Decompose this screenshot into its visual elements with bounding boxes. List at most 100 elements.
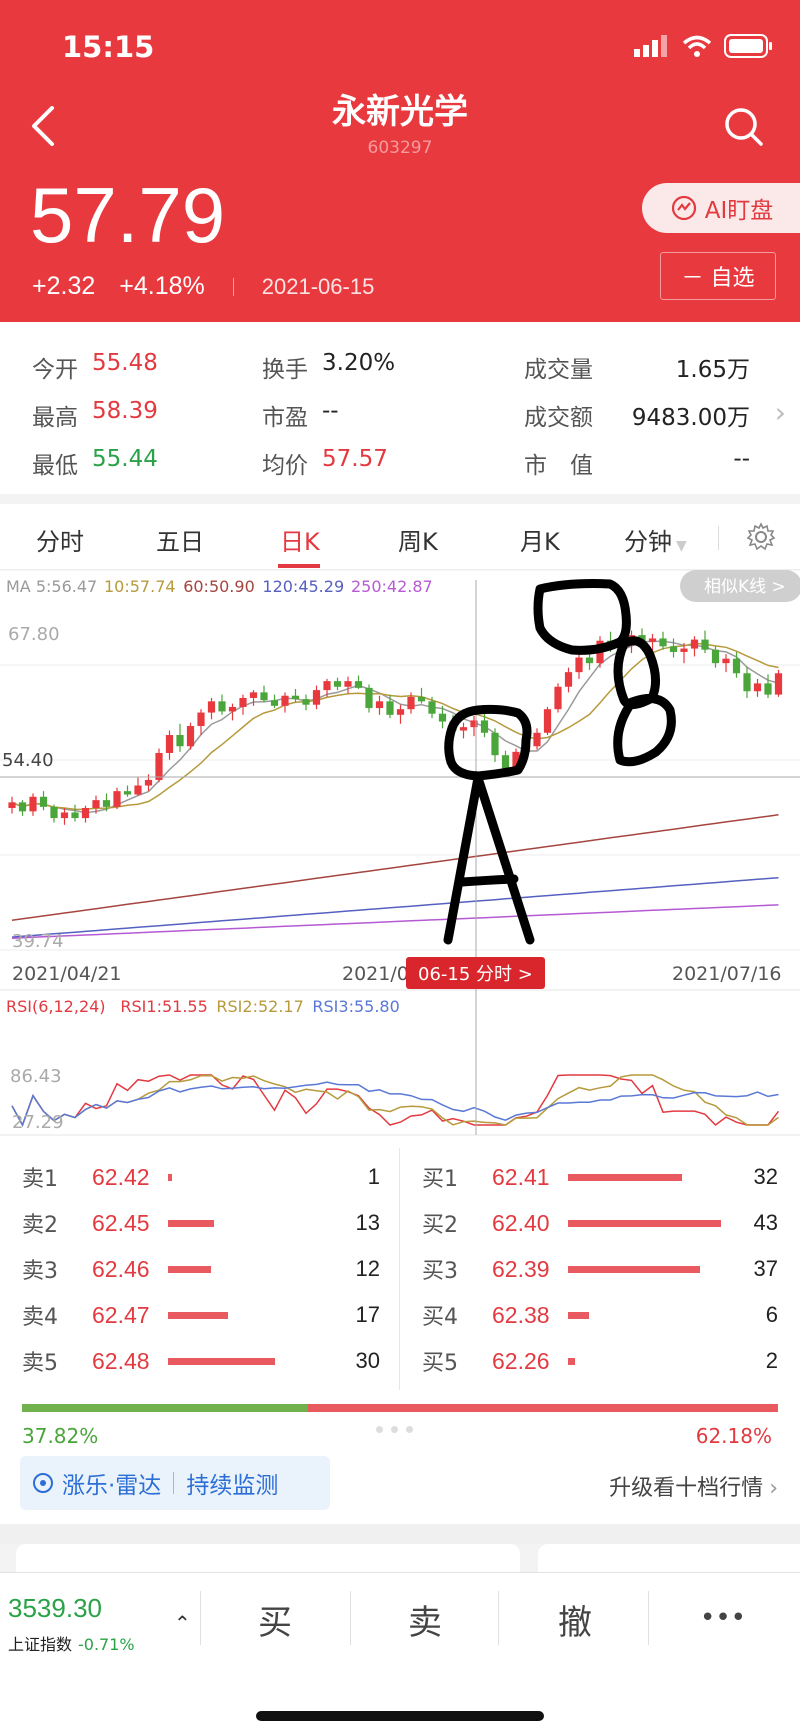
order-price: 62.40 <box>492 1209 550 1236</box>
status-time: 15:15 <box>62 30 155 64</box>
candle-body <box>459 727 468 731</box>
order-level-label: 卖4 <box>22 1305 58 1330</box>
ma120-line <box>11 876 779 938</box>
ask-row[interactable]: 卖5 62.48 30 <box>22 1346 380 1377</box>
candle-body <box>8 802 16 808</box>
buy-button[interactable]: 买 <box>258 1595 292 1644</box>
bid-row[interactable]: 买5 62.26 2 <box>422 1346 778 1377</box>
order-price: 62.26 <box>492 1347 550 1374</box>
stat-label: 市盈 <box>262 405 308 431</box>
candle-body <box>554 686 562 710</box>
order-volume-bar <box>568 1311 590 1319</box>
crosshair-date-label[interactable]: 06-15 分时 > <box>418 964 533 985</box>
page-dot <box>391 1426 398 1433</box>
order-level-label: 卖1 <box>22 1167 58 1192</box>
stat-label: 最高 <box>32 405 78 431</box>
rsi3-line <box>11 1081 779 1127</box>
upgrade-level10-link[interactable]: 升级看十档行情 › <box>609 1470 778 1502</box>
period-tabs: 分时 五日 日K 周K 月K 分钟 ▼ <box>0 504 800 570</box>
divider <box>232 277 234 296</box>
ma-legend-item: 250:42.87 <box>351 577 433 596</box>
tab-intraday[interactable]: 分时 <box>36 522 84 557</box>
bid-row[interactable]: 买2 62.40 43 <box>422 1208 778 1239</box>
home-indicator[interactable] <box>256 1711 544 1721</box>
stat-label: 今开 <box>32 357 78 383</box>
divider <box>200 1591 201 1645</box>
page-dot <box>376 1426 383 1433</box>
more-button[interactable]: ••• <box>700 1603 746 1633</box>
order-volume: 43 <box>753 1210 778 1235</box>
ask-row[interactable]: 卖4 62.47 17 <box>22 1300 380 1331</box>
order-price: 62.47 <box>92 1301 150 1328</box>
bid-row[interactable]: 买1 62.41 32 <box>422 1162 778 1193</box>
bid-row[interactable]: 买3 62.39 37 <box>422 1254 778 1285</box>
stat-open: 今开 55.48 <box>32 350 158 384</box>
ask-row[interactable]: 卖3 62.46 12 <box>22 1254 380 1285</box>
chevron-up-icon[interactable]: ⌃ <box>174 1611 191 1635</box>
bid-row[interactable]: 买4 62.38 6 <box>422 1300 778 1331</box>
ai-watch-button[interactable]: AI盯盘 <box>642 183 800 233</box>
ma-legend-item: 10:57.74 <box>104 577 176 596</box>
order-volume: 17 <box>355 1302 380 1327</box>
candle-body <box>81 807 90 819</box>
similar-kline-label[interactable]: 相似K线 > <box>704 577 786 597</box>
y-tick-label: 67.80 <box>8 624 60 645</box>
y-tick-label: 39.74 <box>12 931 64 952</box>
candle-body <box>344 681 352 687</box>
sell-button[interactable]: 卖 <box>408 1595 442 1644</box>
stock-name: 永新光学 <box>332 92 468 132</box>
radar-icon <box>33 1473 53 1493</box>
divider <box>350 1591 351 1645</box>
chevron-right-icon[interactable]: › <box>775 396 786 429</box>
tab-daily-k[interactable]: 日K <box>280 522 320 557</box>
candle-body <box>375 701 384 709</box>
candle-body <box>722 658 730 664</box>
kline-chart-area[interactable]: MA 5:56.47 10:57.74 60:50.90 120:45.29 250:4… <box>0 569 800 1136</box>
cancel-order-button[interactable]: 撤 <box>558 1595 592 1644</box>
page-indicator <box>376 1426 413 1433</box>
candle-body <box>18 802 27 812</box>
quote-date: 2021-06-15 <box>261 273 375 299</box>
section-gap <box>0 1524 800 1544</box>
candle-body <box>386 701 394 715</box>
tab-minute[interactable]: 分钟 ▼ <box>624 522 687 557</box>
candle-body <box>281 695 289 706</box>
candle-body <box>291 695 300 700</box>
order-level-label: 买3 <box>422 1259 458 1284</box>
ask-row[interactable]: 卖2 62.45 13 <box>22 1208 380 1239</box>
candle-body <box>270 700 279 706</box>
candle-body <box>354 681 363 688</box>
ask-row[interactable]: 卖1 62.42 1 <box>22 1162 380 1193</box>
candle-body <box>50 806 58 819</box>
candle-body <box>711 649 720 664</box>
search-icon[interactable] <box>724 107 764 147</box>
order-volume-bar <box>568 1357 576 1365</box>
signal-icon <box>634 35 667 57</box>
candle-body <box>123 791 132 795</box>
ma-legend: MA 5:56.47 10:57.74 60:50.90 120:45.29 250:4… <box>6 577 433 596</box>
kline-chart[interactable]: MA 5:56.47 10:57.74 60:50.90 120:45.29 250:4… <box>0 569 800 1136</box>
tab-weekly-k[interactable]: 周K <box>398 522 438 557</box>
candle-body <box>39 796 48 807</box>
divider <box>498 1591 499 1645</box>
candle-body <box>396 709 405 715</box>
order-level-label: 卖3 <box>22 1259 58 1284</box>
y-tick-label: 27.29 <box>12 1112 64 1133</box>
tab-monthly-k[interactable]: 月K <box>520 522 560 557</box>
radar-monitor-link[interactable]: 持续监测 <box>186 1466 278 1500</box>
candle-body <box>60 812 69 819</box>
remove-watchlist-button[interactable]: － 自选 <box>660 252 776 300</box>
candle-body <box>29 796 37 812</box>
candle-body <box>764 683 772 695</box>
candles <box>8 628 783 825</box>
stat-high: 最高 58.39 <box>32 398 158 432</box>
rsi-legend-item: RSI2:52.17 <box>216 997 303 1016</box>
stat-value: 3.20% <box>322 350 396 376</box>
candle-body <box>323 681 331 691</box>
gear-icon[interactable] <box>746 522 776 552</box>
tab-five-day[interactable]: 五日 <box>156 522 204 557</box>
stat-label: 市 值 <box>524 453 593 479</box>
radar-banner[interactable]: 涨乐·雷达 持续监测 <box>20 1456 330 1510</box>
rsi1-line <box>11 1074 780 1127</box>
order-level-label: 买1 <box>422 1167 458 1192</box>
